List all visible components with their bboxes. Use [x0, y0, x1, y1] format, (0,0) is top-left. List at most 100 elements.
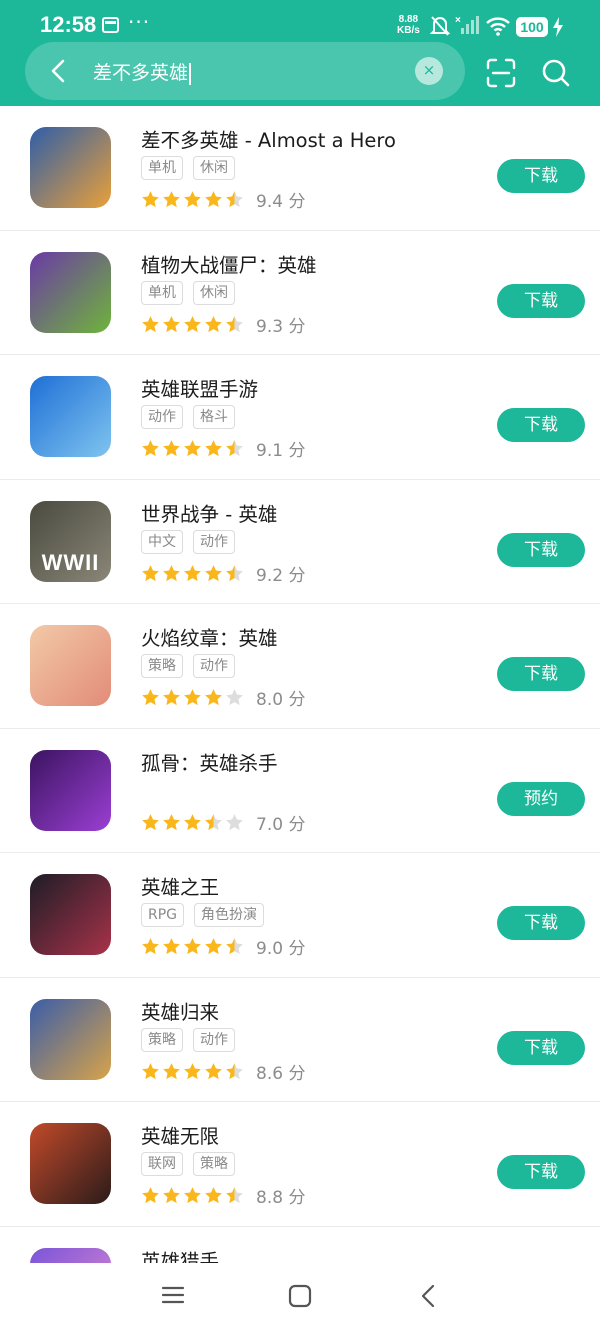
search-input[interactable]: 差不多英雄 [93, 58, 191, 85]
search-results-list[interactable]: 差不多英雄 - Almost a Hero 单机 休闲 9.4 分下载 植物大战僵尸：英… [0, 106, 600, 1263]
pvz-heroes-icon[interactable] [30, 251, 111, 333]
star-rating [141, 688, 244, 707]
rating: 8.0 分 [141, 685, 305, 710]
king-of-heroes-icon[interactable] [30, 874, 111, 955]
category-tag: 动作 [141, 405, 183, 429]
app-name: 英雄归来 [141, 1000, 220, 1024]
category-tag: 动作 [193, 654, 235, 678]
menu-icon[interactable] [161, 1285, 185, 1305]
download-button[interactable]: 下载 [497, 532, 585, 567]
back-icon[interactable] [418, 1284, 438, 1308]
star-full-icon [205, 564, 222, 581]
tag-list: 动作 格斗 [141, 405, 235, 429]
star-half-icon [226, 315, 243, 332]
app-name: 孤骨：英雄杀手 [141, 751, 278, 775]
heroes-return-icon[interactable] [30, 998, 111, 1080]
battery-level: 100 [516, 17, 548, 37]
app-name: 英雄联盟手游 [141, 378, 259, 401]
star-rating [141, 1186, 244, 1205]
star-rating [141, 439, 244, 458]
rating: 9.2 分 [141, 561, 305, 586]
app-name: 火焰纹章：英雄 [141, 627, 278, 650]
category-tag: 策略 [193, 1152, 235, 1176]
download-button[interactable]: 下载 [497, 159, 585, 193]
star-full-icon [205, 1187, 222, 1204]
list-item[interactable]: 差不多英雄 - Almost a Hero 单机 休闲 9.4 分 下载 [0, 106, 600, 231]
category-tag: RPG [141, 903, 185, 927]
scan-icon[interactable] [486, 58, 516, 88]
star-full-icon [205, 689, 222, 706]
rating: 7.0 分 [141, 810, 305, 835]
category-tag: 动作 [193, 1027, 235, 1052]
category-tag: 策略 [141, 654, 183, 678]
calendar-notification-icon [102, 17, 119, 33]
lol-mobile-icon[interactable] [30, 376, 111, 457]
clear-search-button[interactable]: × [415, 57, 443, 85]
reserve-button[interactable]: 预约 [497, 781, 585, 816]
fire-emblem-heroes-icon[interactable] [30, 625, 111, 706]
list-item[interactable]: 英雄之王 RPG 角色扮演 9.0 分 下载 [0, 853, 600, 978]
star-full-icon [142, 689, 159, 706]
list-item[interactable]: 英雄归来策略 动作 8.6 分 下载 [0, 978, 600, 1102]
list-item[interactable]: 植物大战僵尸：英雄 单机 休闲 9.3 分 下载 [0, 231, 600, 355]
download-button[interactable]: 下载 [497, 283, 585, 318]
star-full-icon [142, 1062, 159, 1079]
skul-hero-slayer-icon[interactable] [30, 749, 111, 831]
network-speed-unit: KB/s [397, 25, 420, 36]
list-item[interactable]: 英雄无限 联网 策略 8.8 分 下载 [0, 1102, 600, 1227]
list-item[interactable]: 英雄联盟手游 动作 格斗 9.1 分 下载 [0, 355, 600, 480]
search-icon[interactable] [541, 58, 571, 88]
star-full-icon [163, 564, 180, 581]
heroes-infinity-icon[interactable] [30, 1123, 111, 1204]
star-full-icon [163, 689, 180, 706]
app-name: 世界战争 - 英雄 [141, 502, 278, 526]
star-full-icon [184, 1062, 201, 1079]
more-notifications-icon: ··· [128, 10, 151, 34]
tag-list: 策略 动作 [141, 654, 235, 678]
app-name: 英雄猎手 [141, 1249, 220, 1264]
download-button[interactable]: 下载 [497, 1030, 585, 1065]
star-full-icon [205, 191, 222, 208]
signal-icon: × [455, 15, 479, 34]
rating-score: 9.3 分 [256, 316, 306, 337]
star-full-icon [142, 813, 159, 830]
star-half-icon [205, 813, 222, 830]
tag-list: RPG 角色扮演 [141, 903, 265, 927]
category-tag: 单机 [141, 280, 183, 305]
star-full-icon [184, 440, 201, 457]
star-full-icon [205, 1062, 222, 1079]
star-full-icon [205, 440, 222, 457]
top-app-bar: 12:58 ··· 8.88 KB/s × 100 差不多英雄 × [0, 0, 600, 106]
world-war-heroes-icon[interactable]: WWII [30, 500, 111, 582]
star-full-icon [163, 191, 180, 208]
category-tag: 角色扮演 [194, 903, 265, 927]
category-tag: 休闲 [193, 280, 235, 305]
back-arrow-icon[interactable] [45, 57, 73, 85]
star-full-icon [142, 938, 159, 955]
download-button[interactable]: 下载 [497, 408, 585, 442]
category-tag: 策略 [141, 1027, 183, 1052]
list-item[interactable]: 火焰纹章：英雄 策略 动作 8.0 分 下载 [0, 604, 600, 729]
star-full-icon [205, 938, 222, 955]
star-rating [141, 813, 244, 832]
download-button[interactable]: 下载 [497, 906, 585, 940]
star-half-icon [226, 440, 243, 457]
rating-score: 9.1 分 [256, 441, 306, 461]
list-item[interactable]: 孤骨：英雄杀手 7.0 分 预约 [0, 729, 600, 853]
download-button[interactable]: 下载 [497, 1155, 585, 1189]
download-button[interactable]: 下载 [497, 657, 585, 691]
star-full-icon [142, 1187, 159, 1204]
star-full-icon [142, 315, 159, 332]
almost-a-hero-icon[interactable] [30, 127, 111, 208]
category-tag: 联网 [141, 1152, 183, 1176]
hero-hunters-icon[interactable] [30, 1247, 111, 1263]
home-icon[interactable] [288, 1284, 312, 1308]
list-item[interactable]: 英雄猎手 [0, 1227, 600, 1264]
rating-score: 8.6 分 [256, 1063, 306, 1084]
star-full-icon [163, 1187, 180, 1204]
star-full-icon [184, 938, 201, 955]
list-item[interactable]: WWII 世界战争 - 英雄 中文 动作 9.2 分 下载 [0, 480, 600, 604]
star-half-icon [226, 1187, 243, 1204]
star-half-icon [226, 1062, 243, 1079]
network-speed-value: 8.88 [398, 14, 419, 25]
